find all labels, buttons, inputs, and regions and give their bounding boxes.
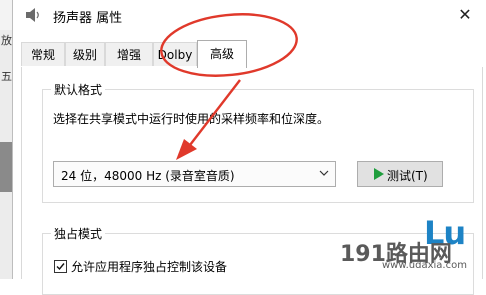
exclusive-control-label: 允许应用程序独占控制该设备: [71, 260, 228, 274]
test-button[interactable]: 测试(T): [357, 161, 443, 187]
format-dropdown[interactable]: 24 位，48000 Hz (录音室音质): [53, 161, 336, 187]
tab-levels[interactable]: 级别: [65, 42, 105, 66]
background-glyph: 放: [1, 34, 12, 47]
background-image: [0, 142, 12, 192]
play-icon: [374, 168, 384, 180]
format-description: 选择在共享模式中运行时使用的采样频率和位深度。: [53, 112, 330, 126]
exclusive-control-checkbox[interactable]: [54, 260, 67, 273]
exclusive-mode-label: 独占模式: [51, 225, 106, 242]
tab-general[interactable]: 常规: [21, 42, 65, 66]
tab-dolby[interactable]: Dolby: [153, 42, 197, 66]
background-glyph: 五: [1, 70, 12, 83]
speaker-icon: [26, 8, 39, 22]
site-watermark: Lu 191路由网 www.udaxia.com: [336, 214, 486, 279]
format-dropdown-value: 24 位，48000 Hz (录音室音质): [61, 169, 235, 183]
test-button-label: 测试(T): [387, 169, 428, 183]
watermark-url: www.udaxia.com: [382, 260, 467, 271]
chevron-down-icon: [319, 170, 329, 176]
default-format-group: 默认格式 选择在共享模式中运行时使用的采样频率和位深度。 24 位，48000 …: [42, 81, 474, 203]
title-bar[interactable]: 扬声器 属性 ✕: [13, 0, 486, 30]
close-icon: ✕: [458, 5, 472, 24]
tab-advanced[interactable]: 高级: [197, 40, 247, 68]
checkmark-icon: [56, 263, 65, 271]
tab-bar: 常规 级别 增强 Dolby 高级: [21, 40, 481, 68]
window-title: 扬声器 属性: [53, 11, 123, 26]
default-format-label: 默认格式: [51, 81, 106, 98]
tab-enhancements[interactable]: 增强: [105, 42, 153, 66]
close-button[interactable]: ✕: [449, 3, 481, 27]
